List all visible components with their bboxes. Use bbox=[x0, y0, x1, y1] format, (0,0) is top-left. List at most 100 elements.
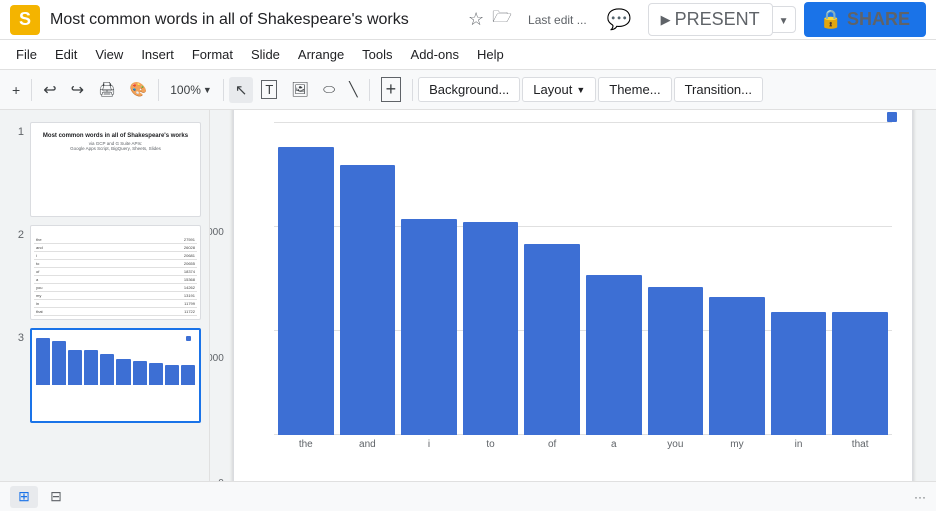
bar-and bbox=[340, 165, 396, 434]
comment-button[interactable]: 💬 bbox=[603, 3, 636, 36]
print-button[interactable]: 🖨 bbox=[92, 77, 122, 102]
slide-item-1[interactable]: 1 Most common words in all of Shakespear… bbox=[0, 118, 209, 221]
undo-button[interactable]: ↩ bbox=[37, 76, 62, 104]
slides-panel: 1 Most common words in all of Shakespear… bbox=[0, 110, 210, 481]
transition-button[interactable]: Transition... bbox=[674, 77, 763, 102]
bars-row bbox=[274, 122, 892, 435]
share-label: SHARE bbox=[847, 9, 910, 30]
bar-to bbox=[463, 222, 519, 435]
list-view-button[interactable]: ⊟ bbox=[42, 486, 70, 508]
toolbar-separator-1 bbox=[31, 79, 32, 101]
redo-icon: ↪ bbox=[71, 80, 84, 100]
title-icons: ☆ 🗁 Last edit ... 💬 ▶ PRESENT ▼ 🔒 SHARE bbox=[468, 2, 926, 37]
star-icon[interactable]: ☆ bbox=[468, 9, 484, 30]
title-bar: S Most common words in all of Shakespear… bbox=[0, 0, 936, 40]
toolbar-separator-2 bbox=[158, 79, 159, 101]
slide1-title: Most common words in all of Shakespeare'… bbox=[37, 133, 194, 139]
bar-col-that bbox=[832, 122, 888, 435]
bar-of bbox=[524, 244, 580, 435]
print-icon: 🖨 bbox=[98, 81, 116, 98]
toolbar-separator-5 bbox=[412, 79, 413, 101]
plus-icon: + bbox=[12, 82, 20, 98]
menu-view[interactable]: View bbox=[87, 43, 131, 66]
zoom-button[interactable]: 100% ▼ bbox=[164, 79, 218, 101]
y-label-20000: 20000 bbox=[210, 227, 224, 238]
paint-icon: 🎨 bbox=[130, 81, 147, 98]
slide3-dot bbox=[186, 336, 191, 341]
bar-that bbox=[832, 312, 888, 434]
image-icon: 🖼 bbox=[291, 81, 309, 98]
y-axis: 30000 20000 10000 0 bbox=[210, 110, 232, 481]
present-dropdown-button[interactable]: ▼ bbox=[772, 6, 796, 33]
slide-thumb-2[interactable]: the27591 and26028 i20681 to20655 of18374… bbox=[30, 225, 201, 320]
x-labels: the and i to of a you my in that bbox=[274, 439, 892, 450]
bar-col-you bbox=[648, 122, 704, 435]
add-element-button[interactable]: + bbox=[375, 73, 408, 106]
view-buttons: ⊞ ⊟ bbox=[10, 486, 70, 508]
slide-item-3[interactable]: 3 bbox=[0, 324, 209, 427]
x-label-my: my bbox=[709, 439, 765, 450]
doc-title: Most common words in all of Shakespeare'… bbox=[50, 11, 468, 29]
folder-icon[interactable]: 🗁 bbox=[492, 6, 512, 33]
chart-plot bbox=[274, 122, 892, 435]
bar-col-in bbox=[771, 122, 827, 435]
menu-arrange[interactable]: Arrange bbox=[290, 43, 352, 66]
share-button[interactable]: 🔒 SHARE bbox=[804, 2, 926, 37]
bar-col-the bbox=[278, 122, 334, 435]
slide-thumb-3[interactable] bbox=[30, 328, 201, 423]
zoom-label: 100% bbox=[170, 83, 201, 97]
shapes-button[interactable]: ⬭ bbox=[317, 77, 341, 102]
canvas-area: 30000 20000 10000 0 bbox=[210, 110, 936, 481]
toolbar-separator-3 bbox=[223, 79, 224, 101]
menu-edit[interactable]: Edit bbox=[47, 43, 85, 66]
slide-number-2: 2 bbox=[8, 229, 24, 241]
menu-file[interactable]: File bbox=[8, 43, 45, 66]
bottom-dots: ··· bbox=[914, 490, 926, 504]
add-slide-button[interactable]: + bbox=[6, 78, 26, 102]
x-label-a: a bbox=[586, 439, 642, 450]
slide-number-3: 3 bbox=[8, 332, 24, 344]
bar-you bbox=[648, 287, 704, 434]
theme-button[interactable]: Theme... bbox=[598, 77, 671, 102]
present-button[interactable]: ▶ PRESENT bbox=[648, 3, 773, 36]
line-button[interactable]: ╲ bbox=[343, 77, 363, 102]
menu-tools[interactable]: Tools bbox=[354, 43, 400, 66]
add-icon: + bbox=[381, 77, 402, 102]
layout-dropdown-icon: ▼ bbox=[576, 85, 585, 95]
toolbar: + ↩ ↪ 🖨 🎨 100% ▼ ↖ T 🖼 ⬭ ╲ + Background.… bbox=[0, 70, 936, 110]
chart-legend-dot bbox=[887, 112, 897, 122]
lock-icon: 🔒 bbox=[820, 9, 842, 30]
undo-icon: ↩ bbox=[43, 80, 56, 100]
background-button[interactable]: Background... bbox=[418, 77, 520, 102]
chevron-down-icon: ▼ bbox=[779, 16, 789, 27]
bottom-bar: ⊞ ⊟ ··· bbox=[0, 481, 936, 511]
present-play-icon: ▶ bbox=[661, 12, 671, 28]
textbox-icon: T bbox=[261, 80, 277, 99]
x-label-in: in bbox=[771, 439, 827, 450]
bar-my bbox=[709, 297, 765, 435]
toolbar-separator-4 bbox=[369, 79, 370, 101]
chart: the and i to of a you my in that bbox=[274, 122, 892, 450]
bar-col-and bbox=[340, 122, 396, 435]
menu-format[interactable]: Format bbox=[184, 43, 241, 66]
x-label-that: that bbox=[832, 439, 888, 450]
menu-addons[interactable]: Add-ons bbox=[403, 43, 467, 66]
text-box-button[interactable]: T bbox=[255, 76, 283, 103]
last-edit-link[interactable]: Last edit ... bbox=[520, 9, 595, 31]
menu-insert[interactable]: Insert bbox=[133, 43, 182, 66]
slide-thumb-1[interactable]: Most common words in all of Shakespeare'… bbox=[30, 122, 201, 217]
bar-col-of bbox=[524, 122, 580, 435]
layout-button[interactable]: Layout ▼ bbox=[522, 77, 596, 102]
menu-slide[interactable]: Slide bbox=[243, 43, 288, 66]
slide-item-2[interactable]: 2 the27591 and26028 i20681 to20655 of183… bbox=[0, 221, 209, 324]
bar-in bbox=[771, 312, 827, 434]
x-label-you: you bbox=[648, 439, 704, 450]
cursor-tool-button[interactable]: ↖ bbox=[229, 77, 254, 103]
layout-label: Layout bbox=[533, 82, 572, 97]
grid-view-button[interactable]: ⊞ bbox=[10, 486, 38, 508]
redo-button[interactable]: ↪ bbox=[65, 76, 90, 104]
image-button[interactable]: 🖼 bbox=[285, 77, 315, 102]
menu-help[interactable]: Help bbox=[469, 43, 512, 66]
paint-format-button[interactable]: 🎨 bbox=[124, 77, 153, 102]
slide-canvas[interactable]: 30000 20000 10000 0 bbox=[233, 110, 913, 481]
